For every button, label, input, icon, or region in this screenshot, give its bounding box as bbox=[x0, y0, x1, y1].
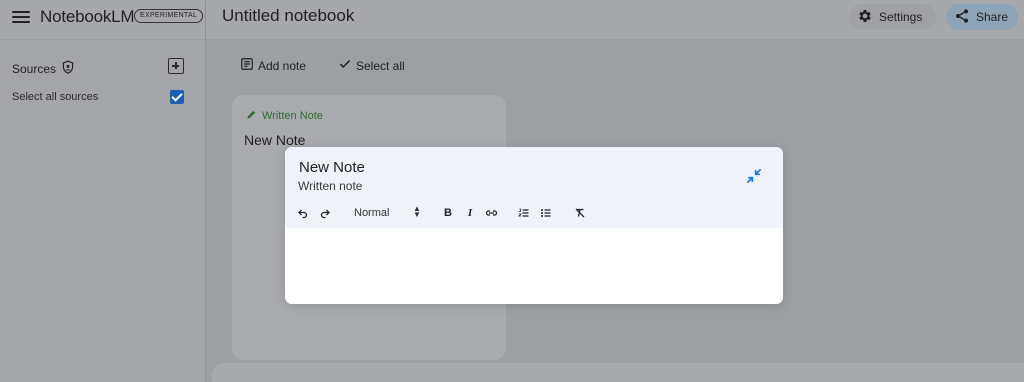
select-all-sources-checkbox[interactable] bbox=[170, 90, 184, 104]
settings-button[interactable]: Settings bbox=[849, 4, 936, 30]
chat-panel-edge bbox=[212, 363, 1024, 382]
app-logo: NotebookLM bbox=[40, 7, 135, 26]
note-editor-header: New Note Written note Normal ▲ ▼ B I bbox=[285, 147, 783, 228]
link-icon[interactable] bbox=[484, 205, 498, 221]
share-label: Share bbox=[976, 10, 1009, 24]
note-editor-body[interactable] bbox=[285, 228, 783, 304]
editor-toolbar: Normal ▲ ▼ B I bbox=[285, 202, 783, 224]
select-all-sources-label: Select all sources bbox=[12, 91, 99, 103]
pencil-icon bbox=[246, 109, 257, 123]
share-icon bbox=[954, 8, 970, 27]
bulleted-list-icon[interactable] bbox=[539, 205, 553, 221]
select-all-button[interactable]: Select all bbox=[338, 57, 405, 74]
note-editor-title[interactable]: New Note bbox=[299, 159, 365, 176]
experimental-badge: EXPERIMENTAL bbox=[134, 9, 204, 23]
sources-sidebar: Sources Select all sources bbox=[0, 40, 205, 382]
note-editor-subtitle: Written note bbox=[298, 179, 363, 193]
text-format-value: Normal bbox=[354, 207, 390, 219]
chevron-updown-icon: ▲ ▼ bbox=[413, 204, 421, 219]
notebook-title[interactable]: Untitled notebook bbox=[222, 6, 354, 26]
add-note-label: Add note bbox=[258, 58, 307, 73]
note-type-text: Written Note bbox=[262, 110, 323, 122]
note-type-label: Written Note bbox=[246, 109, 323, 123]
italic-button[interactable]: I bbox=[464, 205, 476, 221]
shield-icon bbox=[61, 60, 75, 78]
clear-formatting-icon[interactable] bbox=[573, 205, 587, 221]
note-add-icon bbox=[240, 57, 254, 74]
redo-icon[interactable] bbox=[318, 205, 332, 221]
select-all-label: Select all bbox=[356, 58, 405, 73]
top-bar: NotebookLM EXPERIMENTAL Untitled noteboo… bbox=[0, 0, 1024, 40]
add-note-button[interactable]: Add note bbox=[240, 57, 306, 74]
bold-button[interactable]: B bbox=[442, 205, 454, 221]
menu-icon[interactable] bbox=[10, 8, 32, 26]
text-format-select[interactable]: Normal ▲ ▼ bbox=[354, 205, 426, 221]
note-editor-dialog: New Note Written note Normal ▲ ▼ B I bbox=[285, 147, 783, 304]
sources-label: Sources bbox=[12, 62, 57, 76]
add-source-button[interactable] bbox=[168, 58, 184, 74]
note-card-title: New Note bbox=[244, 132, 306, 148]
collapse-icon[interactable] bbox=[744, 166, 764, 186]
gear-icon bbox=[857, 8, 873, 27]
check-icon bbox=[338, 57, 352, 74]
sources-heading: Sources bbox=[12, 60, 75, 78]
undo-icon[interactable] bbox=[296, 205, 310, 221]
share-button[interactable]: Share bbox=[946, 4, 1018, 30]
app-root: NotebookLM EXPERIMENTAL Untitled noteboo… bbox=[0, 0, 1024, 382]
settings-label: Settings bbox=[879, 10, 923, 24]
numbered-list-icon[interactable] bbox=[517, 205, 531, 221]
